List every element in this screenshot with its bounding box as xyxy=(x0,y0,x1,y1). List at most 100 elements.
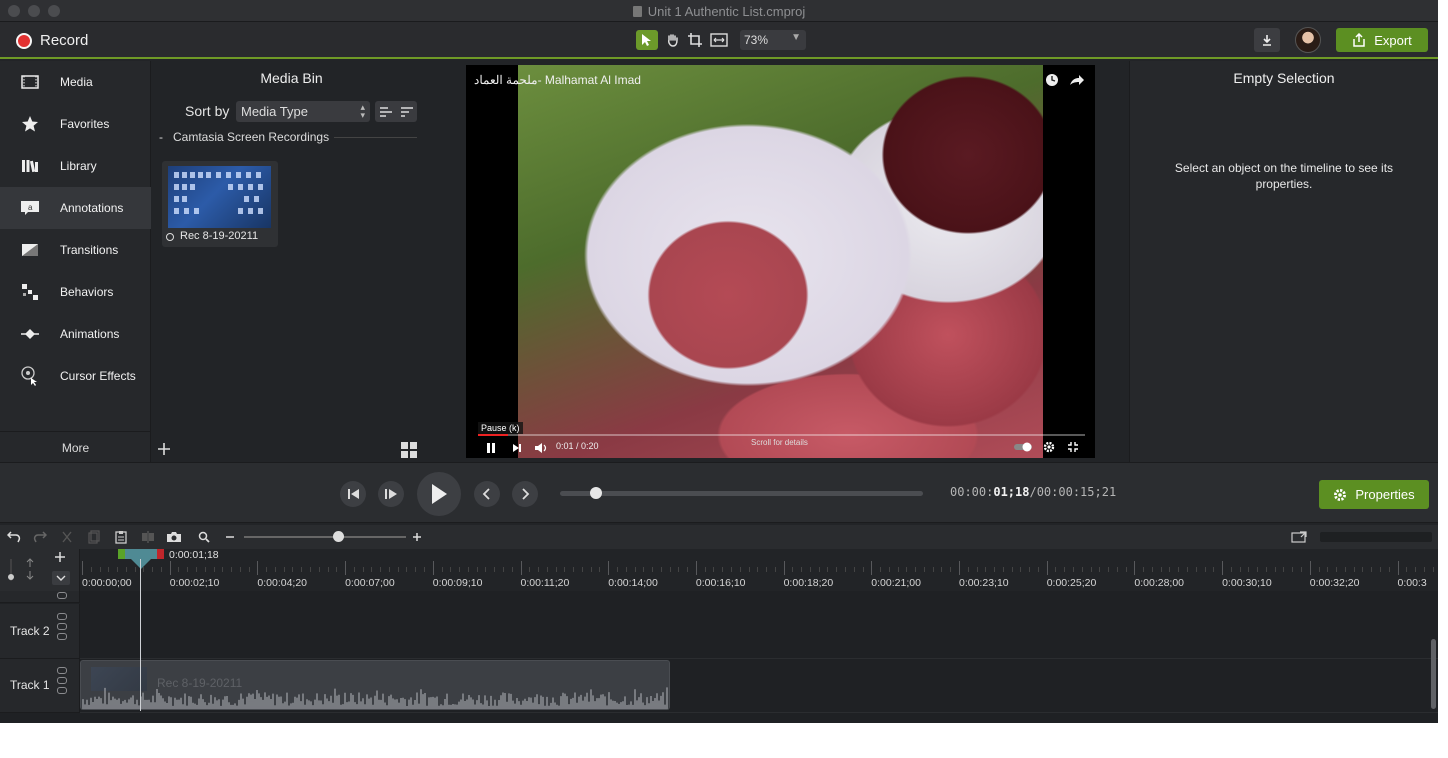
ruler-minor-tick xyxy=(485,567,487,572)
ruler-label: 0:00:04;20 xyxy=(257,577,308,589)
sidebar-item-favorites[interactable]: Favorites xyxy=(0,103,151,145)
track-2-lane[interactable] xyxy=(80,604,1438,659)
step-back-button[interactable] xyxy=(340,481,366,507)
zoom-out-button[interactable] xyxy=(222,529,238,545)
timeline-scrollbar[interactable] xyxy=(1431,639,1436,709)
lock-icon[interactable] xyxy=(57,592,67,599)
ruler-minor-tick xyxy=(730,567,732,572)
sidebar-item-transitions[interactable]: Transitions xyxy=(0,229,151,271)
sort-by-dropdown[interactable]: Media Type ▴ ▾ xyxy=(236,101,370,122)
lock-icon[interactable] xyxy=(57,633,67,640)
properties-button[interactable]: Properties xyxy=(1319,480,1429,509)
more-button[interactable]: More xyxy=(0,431,151,461)
sidebar-item-behaviors[interactable]: Behaviors xyxy=(0,271,151,313)
undo-button[interactable] xyxy=(6,529,22,545)
volume-icon[interactable] xyxy=(534,442,548,454)
playhead-handle[interactable] xyxy=(118,549,164,559)
grid-view-button[interactable] xyxy=(401,442,417,458)
timeline-ruler[interactable]: 0:00:00;00 0:00:02;10 0:00:04;20 0:00:07;00… xyxy=(80,561,1438,591)
ruler-minor-tick xyxy=(318,567,320,572)
view-toggle[interactable] xyxy=(375,101,417,122)
chevron-down-icon: ▼ xyxy=(791,32,801,43)
zoom-in-button[interactable] xyxy=(409,529,425,545)
in-point-marker[interactable] xyxy=(118,549,125,559)
redo-button[interactable] xyxy=(32,529,48,545)
magnet-icon[interactable] xyxy=(24,557,36,581)
track-2-header[interactable]: Track 2 xyxy=(0,604,80,659)
magnet-icon[interactable] xyxy=(57,623,67,630)
video-progress-bar[interactable] xyxy=(478,434,1085,436)
next-marker-button[interactable] xyxy=(512,481,538,507)
settings-gear-icon[interactable] xyxy=(1043,441,1055,453)
ruler-minor-tick xyxy=(1362,567,1364,572)
download-button[interactable] xyxy=(1254,28,1280,52)
sidebar-item-annotations[interactable]: a Annotations xyxy=(0,187,151,229)
add-track-button[interactable] xyxy=(54,551,66,566)
sidebar-item-animations[interactable]: Animations xyxy=(0,313,151,355)
crop-tool-button[interactable] xyxy=(684,30,706,50)
autoplay-toggle-icon[interactable] xyxy=(1013,442,1033,452)
clock-icon[interactable] xyxy=(1045,73,1059,87)
pointer-tool-button[interactable] xyxy=(636,30,658,50)
media-item[interactable]: Rec 8-19-20211 xyxy=(162,161,278,247)
ruler-minor-tick xyxy=(406,567,408,572)
timecode-current: 01;18 xyxy=(993,485,1030,499)
eye-icon[interactable] xyxy=(57,613,67,620)
sidebar-item-media[interactable]: Media xyxy=(0,61,151,103)
exit-fullscreen-icon[interactable] xyxy=(1067,441,1079,453)
user-avatar[interactable] xyxy=(1295,27,1321,53)
track-options-button[interactable] xyxy=(52,571,70,585)
ruler-minor-tick xyxy=(678,567,680,572)
cut-button[interactable] xyxy=(59,529,75,545)
ruler-minor-tick xyxy=(459,567,461,572)
ruler-minor-tick xyxy=(827,567,829,572)
ruler-minor-tick xyxy=(1090,567,1092,572)
track-height-slider-icon[interactable] xyxy=(6,557,16,583)
timeline-clip[interactable]: Rec 8-19-20211 xyxy=(80,660,670,710)
play-icon xyxy=(432,484,447,504)
list-view-icon[interactable] xyxy=(379,106,393,117)
next-icon[interactable] xyxy=(512,443,522,453)
fit-tool-button[interactable] xyxy=(708,30,730,50)
share-icon[interactable] xyxy=(1069,73,1085,87)
export-button[interactable]: Export xyxy=(1336,28,1428,52)
sidebar-item-library[interactable]: Library xyxy=(0,145,151,187)
add-media-button[interactable] xyxy=(157,439,171,462)
copy-button[interactable] xyxy=(86,529,102,545)
zoom-dropdown[interactable]: 73% ▼ xyxy=(740,30,806,50)
zoom-slider-knob[interactable] xyxy=(332,531,344,542)
media-select-radio[interactable] xyxy=(166,233,174,241)
ruler-minor-tick xyxy=(1230,567,1232,572)
ruler-major-tick xyxy=(608,561,610,575)
pause-icon[interactable] xyxy=(486,442,496,454)
detach-timeline-button[interactable] xyxy=(1291,529,1307,545)
sidebar-item-cursor-effects[interactable]: Cursor Effects xyxy=(0,355,151,397)
ruler-minor-tick xyxy=(231,567,233,572)
ruler-minor-tick xyxy=(660,567,662,572)
playback-scrubber[interactable] xyxy=(560,487,923,499)
magnet-icon[interactable] xyxy=(57,677,67,684)
media-item-label: Rec 8-19-20211 xyxy=(180,230,259,242)
video-preview[interactable]: ملحمة العماد- Malhamat Al Imad Pause (k)… xyxy=(466,65,1095,458)
track-1-header[interactable]: Track 1 xyxy=(0,659,80,713)
ruler-minor-tick xyxy=(1318,567,1320,572)
eye-icon[interactable] xyxy=(57,667,67,674)
ruler-minor-tick xyxy=(1037,567,1039,572)
split-button[interactable] xyxy=(140,529,156,545)
snapshot-button[interactable] xyxy=(166,529,182,545)
scrubber-knob[interactable] xyxy=(590,487,603,499)
play-button[interactable] xyxy=(417,472,461,516)
record-button[interactable]: Record xyxy=(16,32,88,49)
hand-tool-button[interactable] xyxy=(662,30,684,50)
zoom-search-button[interactable] xyxy=(196,529,212,545)
out-point-marker[interactable] xyxy=(157,549,164,559)
previous-marker-button[interactable] xyxy=(474,481,500,507)
media-group-label: Camtasia Screen Recordings xyxy=(173,130,330,144)
media-group-header[interactable]: - Camtasia Screen Recordings xyxy=(159,130,417,144)
timeline-zoom-slider[interactable] xyxy=(244,531,406,542)
paste-button[interactable] xyxy=(113,529,129,545)
collapse-toggle[interactable]: - xyxy=(159,130,163,144)
step-forward-frame-button[interactable] xyxy=(378,481,404,507)
sort-order-icon[interactable] xyxy=(400,106,414,117)
lock-icon[interactable] xyxy=(57,687,67,694)
